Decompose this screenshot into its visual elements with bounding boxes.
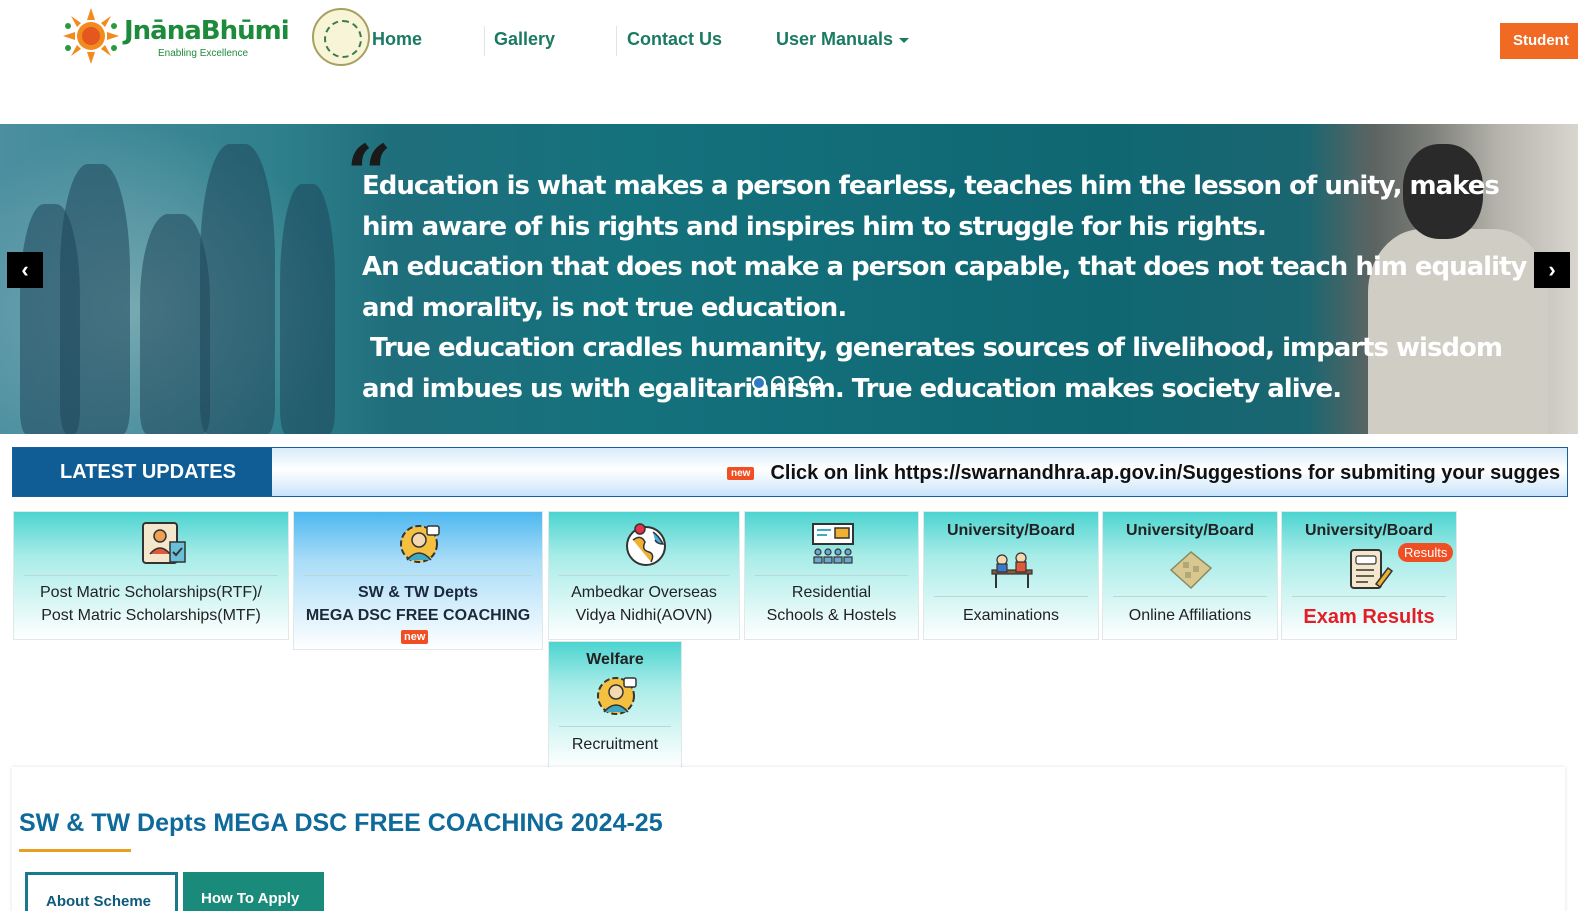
tile-label: Exam Results xyxy=(1303,606,1435,628)
results-document-icon xyxy=(1350,549,1394,589)
tab-about-scheme[interactable]: About Scheme xyxy=(25,872,178,911)
globe-icon xyxy=(626,523,666,566)
new-badge: new xyxy=(401,630,429,644)
student-button[interactable]: Student xyxy=(1500,23,1578,59)
carousel-dot[interactable] xyxy=(790,376,804,390)
chevron-left-icon: ‹ xyxy=(21,257,29,282)
tile-heading: University/Board xyxy=(1125,522,1255,539)
tile-heading: Welfare xyxy=(586,651,644,668)
tab-how-to-apply[interactable]: How To Apply xyxy=(183,872,324,911)
tile-heading: University/Board xyxy=(1304,522,1434,539)
latest-updates-bar: LATEST UPDATES new Click on link https://… xyxy=(12,447,1568,497)
caret-down-icon xyxy=(899,37,910,43)
sun-logo-icon xyxy=(63,8,119,64)
tile-label: Vidya Nidhi(AOVN) xyxy=(575,607,713,624)
tile-residential-schools[interactable]: Residential Schools & Hostels xyxy=(744,511,919,640)
site-header: JnānaBhūmi Enabling Excellence Home Gall… xyxy=(0,0,1578,124)
quote-line: and imbues us with egalitarianism. True … xyxy=(362,373,1342,404)
tile-label: Examinations xyxy=(962,607,1060,624)
gear-person-icon xyxy=(400,525,440,563)
quote-line: him aware of his rights and inspires him… xyxy=(362,211,1267,242)
tile-examinations[interactable]: University/Board Examinations xyxy=(923,511,1099,640)
tile-post-matric-scholarships[interactable]: Post Matric Scholarships(RTF)/ Post Matr… xyxy=(13,511,289,640)
nav-user-manuals[interactable]: User Manuals xyxy=(776,29,910,50)
chevron-right-icon: › xyxy=(1548,257,1556,282)
classroom-icon xyxy=(812,523,854,564)
gear-person-icon xyxy=(597,677,637,715)
carousel-indicators xyxy=(752,376,828,395)
building-map-icon xyxy=(1169,551,1213,590)
title-underline xyxy=(19,849,131,852)
ticker-text: Click on link https://swarnandhra.ap.gov… xyxy=(770,462,1561,484)
tile-label: Residential xyxy=(791,584,872,601)
exam-desk-icon xyxy=(991,552,1033,588)
banner-quote: Education is what makes a person fearles… xyxy=(362,166,1527,409)
tile-divider xyxy=(934,596,1088,597)
carousel-next-button[interactable]: › xyxy=(1534,252,1570,288)
tile-label: SW & TW Depts xyxy=(358,584,478,601)
tile-label: Recruitment xyxy=(571,736,659,753)
quote-line: True education cradles humanity, generat… xyxy=(362,333,1503,363)
results-badge: Results xyxy=(1398,543,1454,562)
state-emblem-icon xyxy=(312,8,370,66)
nav-contact-us[interactable]: Contact Us xyxy=(627,29,722,50)
tile-divider xyxy=(24,575,278,576)
nav-home[interactable]: Home xyxy=(372,29,422,50)
tile-divider xyxy=(1113,596,1267,597)
tile-label: Post Matric Scholarships(MTF) xyxy=(41,607,261,624)
tile-label: Post Matric Scholarships(RTF)/ xyxy=(40,584,262,601)
scheme-section: SW & TW Depts MEGA DSC FREE COACHING 202… xyxy=(12,767,1565,911)
brand-logo[interactable]: JnānaBhūmi Enabling Excellence xyxy=(62,6,290,68)
tile-label: Online Affiliations xyxy=(1128,607,1252,624)
tile-mega-dsc-coaching[interactable]: SW & TW Depts MEGA DSC FREE COACHING new xyxy=(293,511,543,650)
tile-divider xyxy=(1292,596,1446,597)
tile-welfare-recruitment[interactable]: Welfare Recruitment xyxy=(548,641,682,769)
tile-divider xyxy=(559,726,671,727)
section-title: SW & TW Depts MEGA DSC FREE COACHING 202… xyxy=(19,809,663,837)
nav-gallery[interactable]: Gallery xyxy=(494,29,555,50)
nav-divider xyxy=(484,26,485,56)
scholarship-icon xyxy=(142,522,186,564)
carousel-dot[interactable] xyxy=(809,376,823,390)
tile-exam-results[interactable]: University/Board Results Exam Results xyxy=(1281,511,1457,640)
tile-divider xyxy=(755,575,908,576)
quote-line: Education is what makes a person fearles… xyxy=(362,171,1500,201)
carousel-dot[interactable] xyxy=(752,376,766,390)
tile-online-affiliations[interactable]: University/Board Online Affiliations xyxy=(1102,511,1278,640)
brand-name: JnānaBhūmi xyxy=(124,16,290,46)
nav-divider xyxy=(616,26,617,56)
carousel-dot[interactable] xyxy=(771,376,785,390)
tile-heading: University/Board xyxy=(946,522,1076,539)
tile-label: MEGA DSC FREE COACHING xyxy=(305,607,531,624)
tile-divider xyxy=(304,575,532,576)
latest-updates-label: LATEST UPDATES xyxy=(13,448,272,496)
new-badge: new xyxy=(727,467,755,481)
nav-user-manuals-label: User Manuals xyxy=(776,29,894,49)
brand-tagline: Enabling Excellence xyxy=(158,48,249,59)
quote-line: and morality, is not true education. xyxy=(362,292,847,323)
quote-line: An education that does not make a person… xyxy=(362,252,1527,282)
carousel-prev-button[interactable]: ‹ xyxy=(7,252,43,288)
students-image xyxy=(0,124,340,434)
hero-carousel: “ Education is what makes a person fearl… xyxy=(0,124,1578,434)
tile-divider xyxy=(559,575,729,576)
updates-ticker[interactable]: new Click on link https://swarnandhra.ap.… xyxy=(727,462,1560,485)
tile-label: Ambedkar Overseas xyxy=(571,584,717,601)
tile-label: Schools & Hostels xyxy=(766,607,897,624)
tile-ambedkar-overseas[interactable]: Ambedkar Overseas Vidya Nidhi(AOVN) xyxy=(548,511,740,640)
